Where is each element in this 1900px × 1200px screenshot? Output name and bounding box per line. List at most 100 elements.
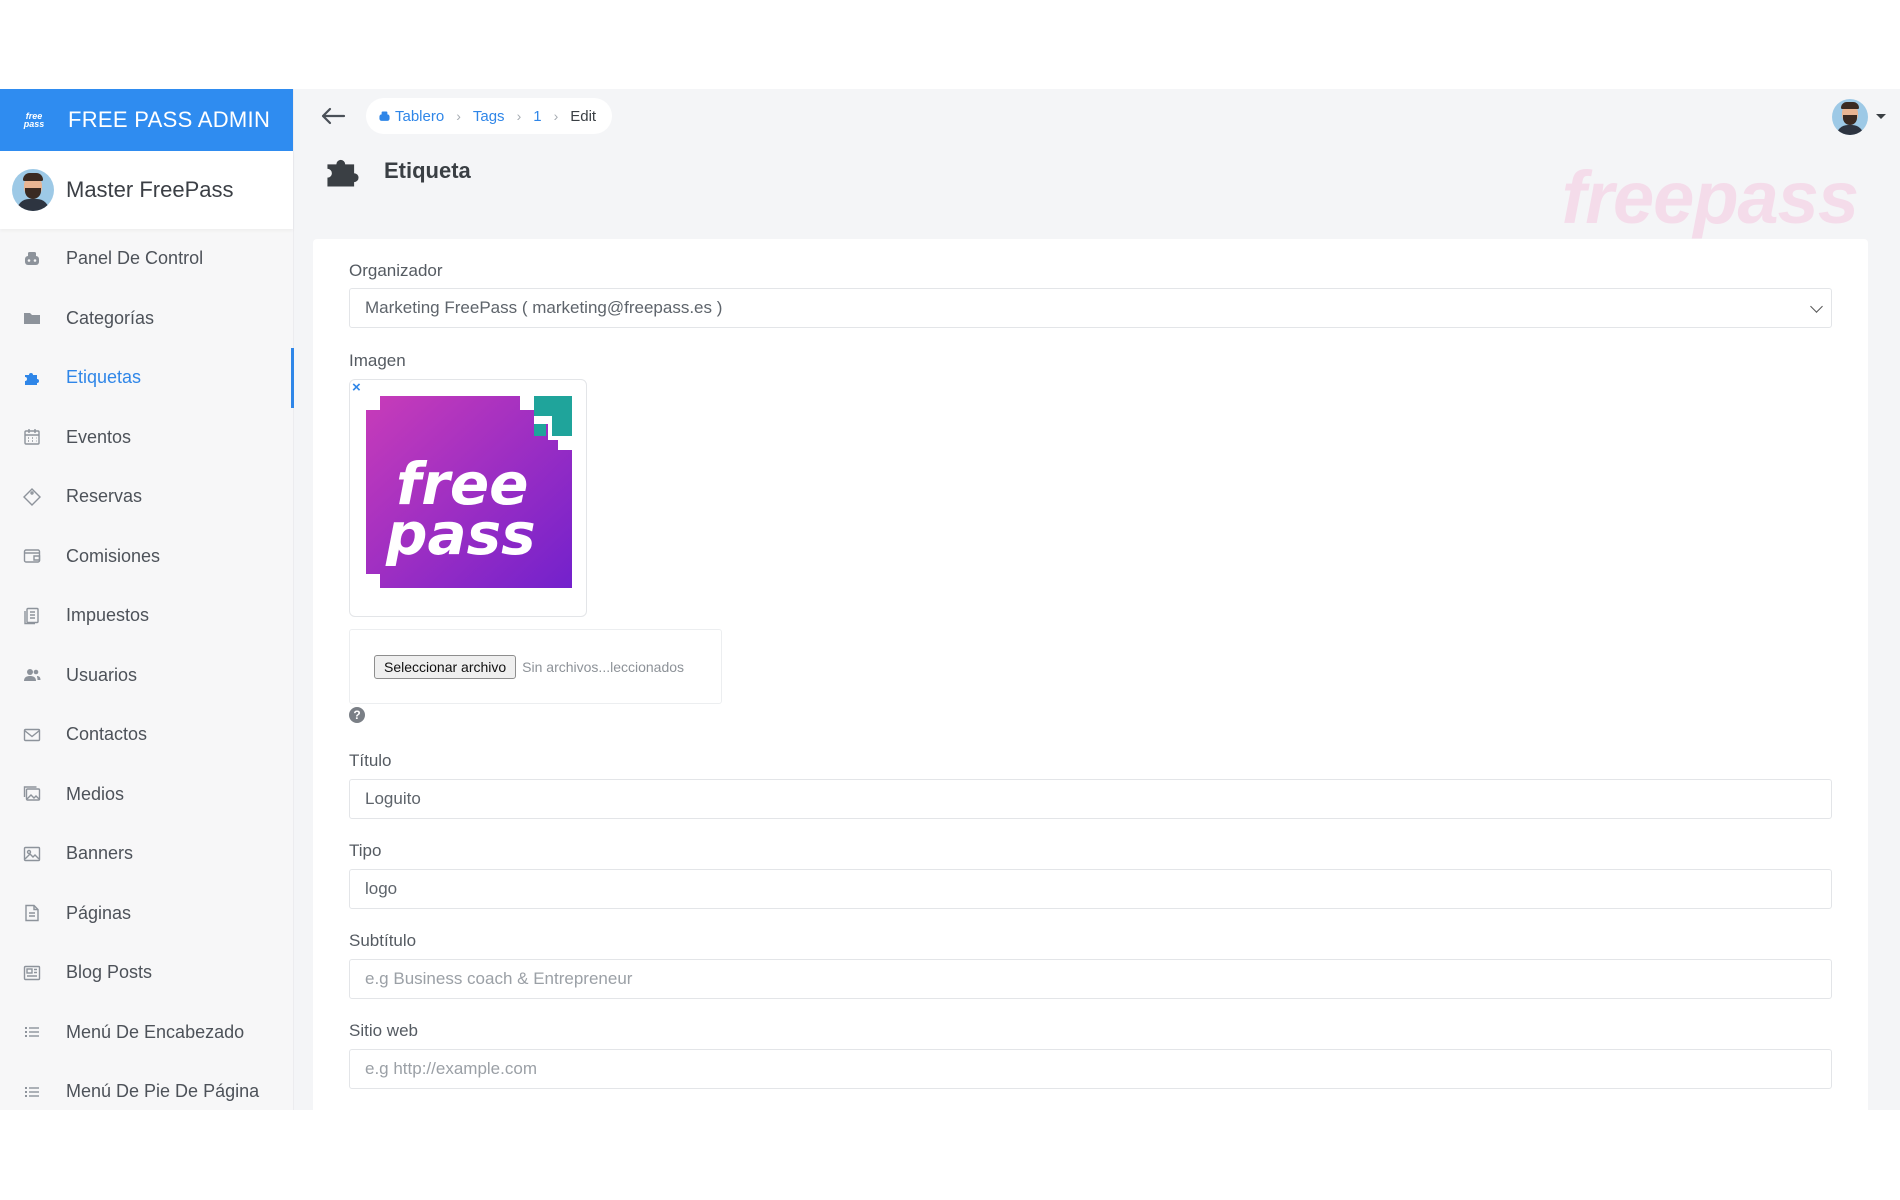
sidebar-item-banners[interactable]: Banners bbox=[0, 824, 293, 884]
sidebar-item-impuestos[interactable]: Impuestos bbox=[0, 586, 293, 646]
caret-down-icon[interactable] bbox=[1876, 114, 1886, 119]
brand-logo: free pass bbox=[23, 111, 45, 129]
page-title: Etiqueta bbox=[384, 158, 471, 183]
file-upload: Seleccionar archivo Sin archivos...lecci… bbox=[349, 629, 722, 704]
subtitle-input[interactable]: e.g Business coach & Entrepreneur bbox=[349, 959, 1832, 999]
image-label: Imagen bbox=[349, 351, 406, 370]
type-value: logo bbox=[365, 879, 398, 898]
sidebar-item-menu-de-encabezado[interactable]: Menú De Encabezado bbox=[0, 1003, 293, 1063]
chevron-down-icon bbox=[1810, 300, 1823, 313]
top-bar: Tablero › Tags › 1 › Edit bbox=[294, 89, 1900, 143]
sidebar-item-label: Eventos bbox=[66, 426, 132, 447]
arrow-left-icon bbox=[321, 107, 346, 125]
dashboard-icon bbox=[379, 110, 390, 121]
sidebar-item-label: Reservas bbox=[66, 486, 143, 507]
title-value: Loguito bbox=[365, 789, 421, 808]
breadcrumb: Tablero › Tags › 1 › Edit bbox=[366, 98, 613, 134]
sidebar-item-blog-posts[interactable]: Blog Posts bbox=[0, 943, 293, 1003]
image-preview: × free pass bbox=[349, 379, 587, 617]
list-icon bbox=[22, 1082, 42, 1102]
breadcrumb-home[interactable]: Tablero bbox=[378, 108, 444, 125]
newspaper-icon bbox=[22, 963, 42, 983]
subtitle-placeholder: e.g Business coach & Entrepreneur bbox=[365, 969, 633, 988]
avatar bbox=[12, 169, 54, 211]
website-label: Sitio web bbox=[349, 1021, 418, 1040]
sidebar-item-label: Menú De Encabezado bbox=[66, 1021, 245, 1042]
dashboard-icon bbox=[22, 249, 42, 269]
organizer-value: Marketing FreePass ( marketing@freepass.… bbox=[365, 298, 723, 317]
avatar bbox=[1832, 99, 1868, 135]
help-icon[interactable]: ? bbox=[349, 707, 365, 723]
chevron-right-icon: › bbox=[456, 108, 461, 124]
user-profile[interactable]: Master FreePass bbox=[0, 151, 293, 229]
puzzle-icon bbox=[22, 368, 42, 388]
app-frame: free pass FREE PASS ADMIN Master FreePass… bbox=[0, 89, 1900, 1110]
sidebar-item-eventos[interactable]: Eventos bbox=[0, 408, 293, 468]
website-input[interactable]: e.g http://example.com bbox=[349, 1049, 1832, 1089]
sidebar-item-label: Contactos bbox=[66, 724, 148, 745]
images-icon bbox=[22, 784, 42, 804]
sidebar-item-label: Banners bbox=[66, 843, 134, 864]
brand-bar[interactable]: free pass FREE PASS ADMIN bbox=[0, 89, 293, 151]
wallet-icon bbox=[22, 546, 42, 566]
sidebar-item-reservas[interactable]: Reservas bbox=[0, 467, 293, 527]
file-status: Sin archivos...leccionados bbox=[522, 658, 685, 675]
organizer-select[interactable]: Marketing FreePass ( marketing@freepass.… bbox=[349, 288, 1832, 328]
form-card: Organizador Marketing FreePass ( marketi… bbox=[313, 239, 1868, 1110]
breadcrumb-id[interactable]: 1 bbox=[533, 108, 541, 125]
sidebar-item-panel-de-control[interactable]: Panel De Control bbox=[0, 229, 293, 289]
sidebar-item-etiquetas[interactable]: Etiquetas bbox=[0, 348, 294, 408]
sidebar-item-label: Etiquetas bbox=[66, 367, 142, 388]
sidebar-item-label: Comisiones bbox=[66, 545, 161, 566]
user-name: Master FreePass bbox=[66, 177, 234, 202]
remove-image-button[interactable]: × bbox=[352, 379, 361, 396]
breadcrumb-current: Edit bbox=[570, 107, 597, 125]
envelope-icon bbox=[22, 725, 42, 745]
sidebar-item-medios[interactable]: Medios bbox=[0, 765, 293, 825]
organizer-label: Organizador bbox=[349, 261, 443, 280]
page-icon bbox=[22, 903, 42, 923]
sidebar-item-label: Blog Posts bbox=[66, 962, 153, 983]
image-icon bbox=[22, 844, 42, 864]
back-button[interactable] bbox=[318, 101, 348, 131]
ticket-icon bbox=[22, 487, 42, 507]
sidebar-item-label: Usuarios bbox=[66, 664, 138, 685]
website-placeholder: e.g http://example.com bbox=[365, 1059, 537, 1078]
breadcrumb-home-label: Tablero bbox=[395, 107, 445, 125]
type-input[interactable]: logo bbox=[349, 869, 1832, 909]
sidebar-item-paginas[interactable]: Páginas bbox=[0, 884, 293, 944]
chevron-right-icon: › bbox=[516, 108, 522, 124]
sidebar-item-contactos[interactable]: Contactos bbox=[0, 705, 293, 765]
sidebar: free pass FREE PASS ADMIN Master FreePass… bbox=[0, 89, 294, 1110]
folder-icon bbox=[22, 308, 42, 328]
sidebar-item-label: Medios bbox=[66, 783, 125, 804]
type-label: Tipo bbox=[349, 841, 382, 860]
sidebar-item-menu-de-pie-de-pagina[interactable]: Menú De Pie De Página bbox=[0, 1062, 293, 1110]
title-label: Título bbox=[349, 751, 392, 770]
user-menu-avatar[interactable] bbox=[1832, 99, 1868, 135]
sidebar-item-label: Panel De Control bbox=[66, 248, 204, 269]
subtitle-label: Subtítulo bbox=[349, 931, 417, 950]
sidebar-item-categorias[interactable]: Categorías bbox=[0, 289, 293, 349]
sidebar-item-label: Impuestos bbox=[66, 605, 150, 626]
sidebar-item-label: Categorías bbox=[66, 307, 155, 328]
sidebar-item-comisiones[interactable]: Comisiones bbox=[0, 527, 293, 587]
svg-text:pass: pass bbox=[385, 500, 536, 568]
breadcrumb-tags[interactable]: Tags bbox=[473, 108, 505, 125]
choose-file-button[interactable]: Seleccionar archivo bbox=[374, 654, 517, 679]
puzzle-icon bbox=[327, 159, 359, 187]
title-input[interactable]: Loguito bbox=[349, 779, 1832, 819]
calendar-icon bbox=[22, 427, 42, 447]
freepass-logo-image: free pass bbox=[366, 396, 572, 602]
chevron-right-icon: › bbox=[553, 108, 559, 124]
users-icon bbox=[22, 665, 42, 685]
brand-title: FREE PASS ADMIN bbox=[68, 107, 271, 132]
page-header: Etiqueta bbox=[322, 151, 471, 191]
document-icon bbox=[22, 606, 42, 626]
sidebar-item-label: Menú De Pie De Página bbox=[66, 1081, 260, 1102]
list-icon bbox=[22, 1022, 42, 1042]
sidebar-item-usuarios[interactable]: Usuarios bbox=[0, 646, 293, 706]
sidebar-nav: Panel De Control Categorías Etiquetas Ev… bbox=[0, 229, 294, 1110]
freepass-watermark: freepass bbox=[1561, 156, 1859, 239]
sidebar-item-label: Páginas bbox=[66, 902, 132, 923]
